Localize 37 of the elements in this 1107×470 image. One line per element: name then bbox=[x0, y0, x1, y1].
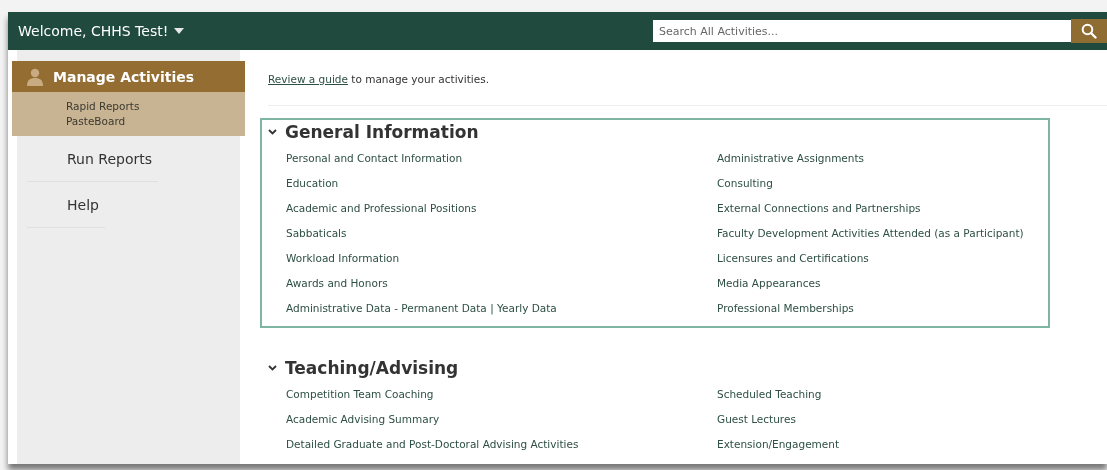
section-heading[interactable]: General Information bbox=[262, 122, 479, 142]
welcome-menu[interactable]: Welcome, CHHS Test! bbox=[18, 23, 185, 39]
sidebar-item[interactable]: Help bbox=[27, 182, 105, 228]
activity-link[interactable]: Scheduled Teaching bbox=[717, 382, 1048, 407]
activity-link[interactable]: Extension/Engagement bbox=[717, 432, 1048, 457]
activity-link[interactable]: Awards and Honors bbox=[286, 271, 717, 296]
sidebar-subitem[interactable]: Rapid Reports bbox=[12, 99, 245, 114]
guide-link[interactable]: Review a guide bbox=[268, 73, 348, 85]
activity-link[interactable]: Personal and Contact Information bbox=[286, 146, 717, 171]
activity-link[interactable]: Competition Team Coaching bbox=[286, 382, 717, 407]
activity-link[interactable]: Workload Information bbox=[286, 246, 717, 271]
activity-link[interactable]: Academic Advising Summary bbox=[286, 407, 717, 432]
activity-link[interactable]: External Connections and Partnerships bbox=[717, 196, 1048, 221]
activity-link[interactable]: Guest Lectures bbox=[717, 407, 1048, 432]
chevron-icon bbox=[268, 365, 277, 371]
activity-link[interactable]: Consulting bbox=[717, 171, 1048, 196]
person-icon bbox=[27, 67, 43, 86]
intro-text: Review a guide to manage your activities. bbox=[268, 73, 489, 85]
activity-link[interactable]: Faculty Development Activities Attended (as a Participant) bbox=[717, 221, 1048, 246]
search-field[interactable]: Search All Activities... bbox=[653, 20, 1071, 42]
section-heading[interactable]: Teaching/Advising bbox=[262, 358, 459, 378]
search-icon bbox=[1081, 23, 1097, 39]
chevron-icon bbox=[268, 129, 277, 135]
activity-link[interactable]: Detailed Graduate and Post-Doctoral Advising Activities bbox=[286, 432, 717, 457]
activity-link[interactable]: Education bbox=[286, 171, 717, 196]
activity-link[interactable]: Professional Memberships bbox=[717, 296, 1048, 321]
caret-icon bbox=[174, 28, 185, 34]
activity-link[interactable]: Media Appearances bbox=[717, 271, 1048, 296]
activity-link[interactable]: Administrative Data - Permanent Data | Yearly Data bbox=[286, 296, 717, 321]
activity-link[interactable]: Academic and Professional Positions bbox=[286, 196, 717, 221]
activity-link[interactable]: Sabbaticals bbox=[286, 221, 717, 246]
sidebar-subitem[interactable]: PasteBoard bbox=[12, 114, 245, 129]
sidebar-item[interactable]: Manage Activities bbox=[12, 61, 245, 92]
activity-link[interactable]: Administrative Assignments bbox=[717, 146, 1048, 171]
activity-link[interactable]: Licensures and Certifications bbox=[717, 246, 1048, 271]
sidebar-item[interactable]: Run Reports bbox=[27, 136, 158, 182]
search-button[interactable] bbox=[1071, 19, 1107, 43]
